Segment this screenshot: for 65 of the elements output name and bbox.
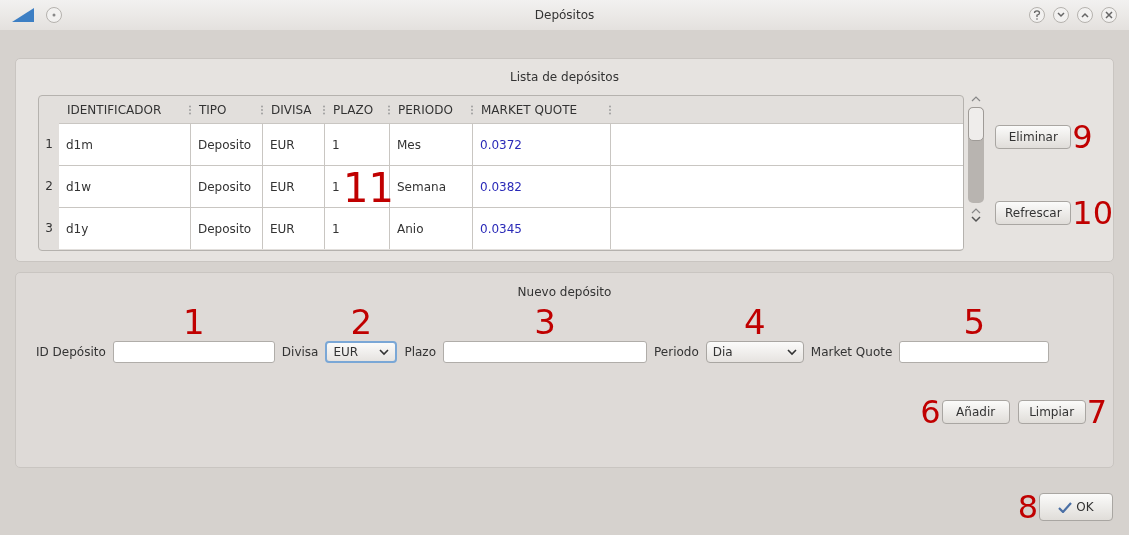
row-number[interactable]: 3 bbox=[39, 207, 59, 249]
callout-number: 5 bbox=[963, 305, 986, 339]
minimize-icon[interactable] bbox=[1053, 7, 1069, 23]
callout-number: 1 bbox=[183, 305, 205, 339]
table-cell-text: 0.0382 bbox=[480, 178, 522, 196]
field-label: Divisa bbox=[281, 344, 319, 361]
help-icon[interactable] bbox=[1029, 7, 1045, 23]
table-cell-text: Deposito bbox=[198, 136, 252, 154]
column-header[interactable]: TIPO bbox=[191, 100, 227, 119]
push-button[interactable]: Refrescar bbox=[995, 201, 1072, 225]
table-cell-text: 1 bbox=[332, 178, 340, 196]
close-icon[interactable] bbox=[1101, 7, 1117, 23]
table-cell-text: Deposito bbox=[198, 220, 252, 238]
push-button[interactable]: OK bbox=[1039, 493, 1113, 521]
callout-number: 3 bbox=[534, 305, 556, 339]
table-cell-text: Semana bbox=[397, 178, 446, 196]
table-cell-text: d1y bbox=[66, 220, 89, 238]
dropdown[interactable]: EUR bbox=[325, 341, 398, 363]
window-title: Depósitos bbox=[534, 7, 595, 24]
table-cell-text: EUR bbox=[270, 136, 295, 154]
callout-number: 9 bbox=[1072, 121, 1093, 153]
table-cell-text: 0.0345 bbox=[480, 220, 522, 238]
table-cell-text: Deposito bbox=[198, 178, 252, 196]
menu-icon[interactable] bbox=[46, 7, 62, 23]
maximize-icon[interactable] bbox=[1077, 7, 1093, 23]
group-title: Lista de depósitos bbox=[510, 69, 619, 86]
column-header[interactable]: DIVISA bbox=[263, 100, 312, 119]
input-field[interactable] bbox=[899, 341, 1050, 363]
table-cell-text: d1m bbox=[66, 136, 93, 154]
table-cell-text: Mes bbox=[397, 136, 421, 154]
field-label: Market Quote bbox=[810, 344, 893, 361]
callout-number: 6 bbox=[920, 396, 941, 428]
column-header[interactable]: PERIODO bbox=[390, 100, 453, 119]
table-cell-text: d1w bbox=[66, 178, 92, 196]
table-cell-text: 1 bbox=[332, 136, 340, 154]
input-field[interactable] bbox=[112, 341, 275, 363]
column-header[interactable]: IDENTIFICADOR bbox=[59, 100, 162, 119]
table-cell-text: EUR bbox=[270, 220, 295, 238]
chevron-down-icon bbox=[786, 348, 797, 356]
row-number[interactable]: 1 bbox=[39, 123, 59, 165]
field-label: Plazo bbox=[404, 344, 436, 361]
dropdown[interactable]: Dia bbox=[705, 341, 804, 363]
callout-number: 2 bbox=[350, 305, 373, 339]
push-button[interactable]: Añadir bbox=[941, 400, 1010, 424]
field-label: Periodo bbox=[654, 344, 699, 361]
table-cell-text: 1 bbox=[332, 220, 340, 238]
group-title: Nuevo depósito bbox=[517, 284, 612, 301]
app-icon bbox=[12, 8, 34, 22]
column-header[interactable]: MARKET QUOTE bbox=[473, 100, 578, 119]
table-cell-text: EUR bbox=[270, 178, 295, 196]
callout-number: 10 bbox=[1072, 197, 1113, 229]
chevron-down-icon bbox=[379, 348, 390, 356]
callout-number: 4 bbox=[743, 305, 766, 339]
table-cell-text: Anio bbox=[397, 220, 424, 238]
push-button[interactable]: Eliminar bbox=[995, 125, 1072, 149]
push-button[interactable]: Limpiar bbox=[1017, 400, 1086, 424]
input-field[interactable] bbox=[443, 341, 647, 363]
checkmark-icon bbox=[1058, 501, 1073, 513]
column-header[interactable]: PLAZO bbox=[325, 100, 374, 119]
table-cell-text: 0.0372 bbox=[480, 136, 522, 154]
row-number[interactable]: 2 bbox=[39, 165, 59, 207]
callout-number: 11 bbox=[343, 165, 394, 211]
field-label: ID Depósito bbox=[36, 344, 106, 361]
callout-number: 8 bbox=[1017, 491, 1038, 523]
callout-number: 7 bbox=[1086, 396, 1107, 428]
